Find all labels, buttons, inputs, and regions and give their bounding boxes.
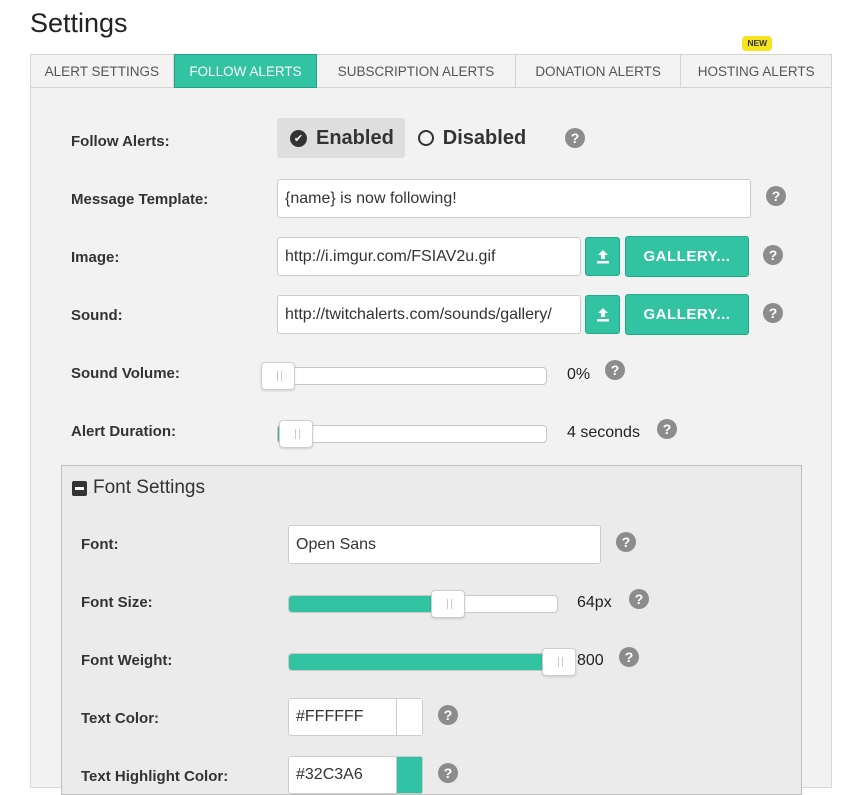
slider-handle[interactable] [542, 648, 576, 676]
page-title: Settings [30, 8, 128, 38]
font-weight-label: Font Weight: [81, 652, 173, 669]
text-color-input[interactable] [289, 699, 396, 735]
disabled-label: Disabled [442, 126, 527, 149]
tab-alert-settings[interactable]: ALERT SETTINGS [31, 55, 174, 87]
text-highlight-color-picker[interactable] [288, 756, 423, 794]
message-template-input[interactable] [277, 179, 751, 218]
slider-handle[interactable] [279, 420, 313, 448]
text-highlight-color-swatch[interactable] [396, 757, 422, 793]
help-icon[interactable]: ? [616, 532, 636, 552]
slider-fill [289, 654, 559, 670]
check-icon: ✔ [290, 129, 307, 147]
enabled-label: Enabled [316, 126, 394, 149]
text-highlight-color-label: Text Highlight Color: [81, 768, 229, 785]
help-icon[interactable]: ? [619, 647, 639, 667]
font-settings-toggle[interactable]: Font Settings [72, 477, 205, 499]
radio-empty-icon [417, 130, 434, 146]
font-size-slider[interactable] [288, 590, 558, 618]
upload-icon [596, 249, 609, 263]
image-upload-button[interactable] [585, 237, 620, 276]
alert-duration-label: Alert Duration: [71, 423, 176, 440]
tab-donation-alerts[interactable]: DONATION ALERTS [516, 55, 682, 87]
font-weight-slider[interactable] [288, 648, 576, 676]
sound-label: Sound: [71, 307, 123, 324]
follow-alerts-label: Follow Alerts: [71, 133, 170, 150]
image-label: Image: [71, 249, 120, 266]
alert-duration-value: 4 seconds [567, 424, 640, 441]
tab-bar: ALERT SETTINGS FOLLOW ALERTS SUBSCRIPTIO… [30, 36, 832, 88]
sound-volume-slider[interactable] [261, 362, 547, 390]
help-icon[interactable]: ? [565, 128, 585, 148]
help-icon[interactable]: ? [657, 419, 677, 439]
text-color-label: Text Color: [81, 710, 160, 727]
tab-subscription-alerts[interactable]: SUBSCRIPTION ALERTS [317, 55, 516, 87]
text-highlight-color-input[interactable] [289, 757, 396, 793]
slider-fill [289, 596, 448, 612]
image-url-input[interactable] [277, 237, 581, 276]
font-label: Font: [81, 536, 119, 553]
help-icon[interactable]: ? [438, 705, 458, 725]
minus-square-icon [72, 480, 87, 496]
slider-handle[interactable] [431, 590, 465, 618]
sound-upload-button[interactable] [585, 295, 620, 334]
message-template-label: Message Template: [71, 191, 209, 208]
font-size-label: Font Size: [81, 594, 153, 611]
upload-icon [596, 307, 609, 321]
tab-follow-alerts[interactable]: FOLLOW ALERTS [173, 54, 318, 88]
font-size-value: 64px [577, 594, 612, 611]
enabled-radio[interactable]: ✔ Enabled [277, 118, 405, 158]
image-gallery-button[interactable]: GALLERY... [625, 236, 749, 277]
alert-duration-slider[interactable] [277, 420, 547, 448]
help-icon[interactable]: ? [438, 763, 458, 783]
font-settings-section: Font Settings Font: ? Font Size: 64px ? … [61, 465, 802, 795]
follow-alerts-toggle: ✔ Enabled Disabled [277, 118, 537, 158]
tab-hosting-alerts[interactable]: HOSTING ALERTS NEW [681, 36, 831, 87]
font-settings-title: Font Settings [93, 477, 205, 498]
sound-url-input[interactable] [277, 295, 581, 334]
help-icon[interactable]: ? [766, 186, 786, 206]
sound-volume-value: 0% [567, 366, 591, 383]
help-icon[interactable]: ? [763, 303, 783, 323]
slider-handle[interactable] [261, 362, 295, 390]
disabled-radio[interactable]: Disabled [405, 118, 537, 158]
text-color-picker[interactable] [288, 698, 423, 736]
font-input[interactable] [288, 525, 601, 564]
new-badge: NEW [742, 36, 773, 51]
font-weight-value: 800 [577, 652, 604, 669]
help-icon[interactable]: ? [605, 360, 625, 380]
tab-label: HOSTING ALERTS [697, 63, 815, 79]
help-icon[interactable]: ? [629, 589, 649, 609]
help-icon[interactable]: ? [763, 245, 783, 265]
text-color-swatch[interactable] [396, 699, 422, 735]
follow-alerts-panel: Follow Alerts: ✔ Enabled Disabled ? Mess… [30, 88, 832, 795]
sound-gallery-button[interactable]: GALLERY... [625, 294, 749, 335]
sound-volume-label: Sound Volume: [71, 365, 180, 382]
